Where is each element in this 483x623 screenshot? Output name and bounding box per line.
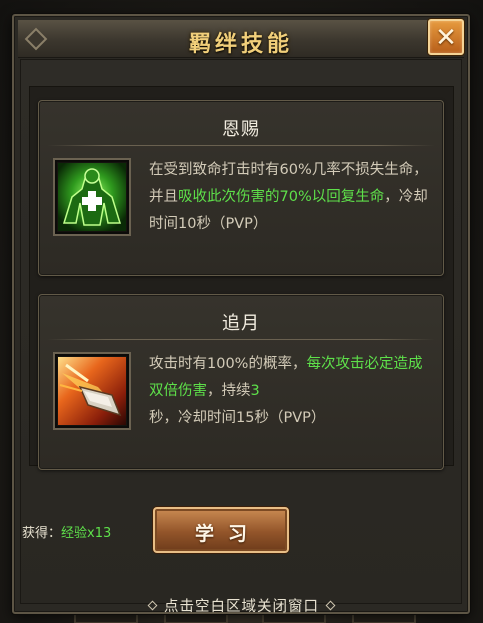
green-healing-figure-icon: [58, 163, 126, 231]
learn-button[interactable]: 学习: [153, 507, 289, 553]
skill-icon-frame: [53, 158, 131, 236]
desc-text: 秒，冷却时间15秒（PVP）: [149, 410, 326, 426]
dialog-title: 羁绊技能: [188, 31, 293, 57]
divider: [47, 145, 435, 146]
desc-text: ，持续: [207, 383, 251, 399]
diamond-icon: [147, 600, 158, 611]
desc-text: 攻击时有100%的概率，: [149, 356, 307, 372]
reward-label: 获得：: [22, 526, 62, 541]
close-icon[interactable]: ✕: [430, 22, 462, 54]
fiery-blade-strike-icon: [58, 357, 126, 425]
close-hint-text: 点击空白区域关闭窗口: [164, 599, 319, 615]
reward-item: 经验x13: [61, 526, 112, 541]
dialog-titlebar: 羁绊技能: [18, 20, 464, 58]
skill-description: 攻击时有100%的概率，每次攻击必定造成双倍伤害，持续3秒，冷却时间15秒（PV…: [149, 351, 433, 432]
diamond-icon: [325, 600, 336, 611]
skill-card-zhuiyue: 追月 攻击时有100%的概率，每次攻击必定造成双倍伤害，持续3秒，冷却时间15秒…: [38, 294, 444, 470]
skill-description: 在受到致命打击时有60%几率不损失生命，并且吸收此次伤害的70%以回复生命，冷却…: [149, 157, 433, 238]
desc-highlight: 3: [250, 383, 260, 399]
skill-card-enci: 恩赐 在受到致命打击时有60%几率不损失生命，并且吸收此次伤害的70%以回复生命…: [38, 100, 444, 276]
reward-text: 获得：经验x13: [22, 522, 111, 541]
skill-name: 恩赐: [222, 119, 260, 140]
skill-name: 追月: [222, 313, 260, 334]
skill-icon-frame: [53, 352, 131, 430]
learn-button-label[interactable]: 学习: [155, 519, 287, 546]
desc-highlight: 吸收此次伤害的70%以回复生命: [178, 189, 385, 205]
divider: [47, 339, 435, 340]
close-button[interactable]: ✕: [428, 19, 464, 55]
close-hint: 点击空白区域关闭窗口: [0, 595, 483, 616]
